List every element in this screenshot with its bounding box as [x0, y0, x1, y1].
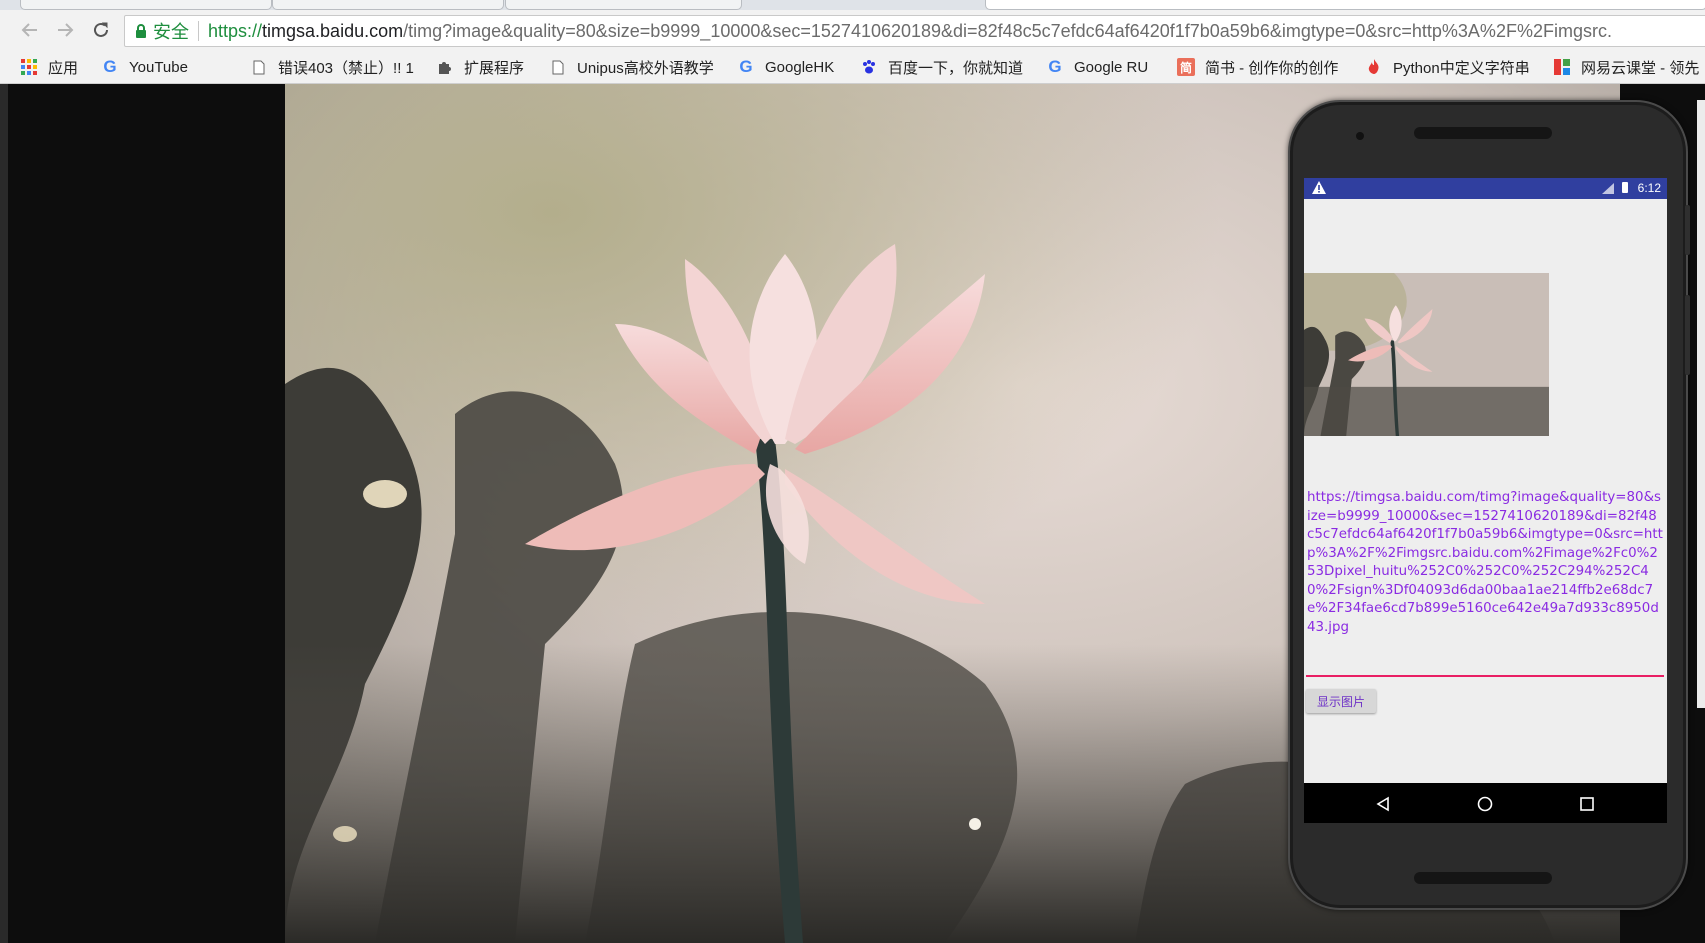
browser-tab[interactable] [505, 0, 742, 10]
apps-grid-icon [20, 58, 38, 76]
browser-toolbar: 安全 https://timgsa.baidu.com/timg?image&q… [0, 10, 1705, 51]
bookmarks-bar: 应用 G YouTube 错误403（禁止）!! 1 扩展程序 Unipus高校… [0, 51, 1705, 84]
bookmark-error-403[interactable]: 错误403（禁止）!! 1 [250, 56, 420, 78]
bookmark-label: YouTube [129, 58, 188, 76]
front-camera [1356, 132, 1364, 140]
url-host: timgsa.baidu.com [262, 20, 404, 41]
nav-recents-icon [1580, 797, 1594, 811]
bookmark-label: Python中定义字符串 [1393, 59, 1530, 77]
bookmark-label: 网易云课堂 - 领先 [1581, 59, 1700, 77]
nav-recents-button[interactable] [1576, 793, 1598, 815]
nav-home-icon [1477, 796, 1493, 812]
back-arrow-icon [21, 23, 37, 37]
forward-arrow-icon [58, 23, 74, 37]
loaded-image [1304, 273, 1549, 436]
bookmark-label: 百度一下，你就知道 [888, 59, 1024, 77]
bookmark-label: 错误403（禁止）!! 1 [278, 59, 414, 77]
bookmark-label: 扩展程序 [464, 59, 525, 77]
window-edge [0, 84, 8, 943]
puzzle-icon [436, 58, 454, 76]
battery-icon [1622, 182, 1628, 193]
bookmark-google-ru[interactable]: G Google RU [1046, 56, 1148, 78]
edittext-underline [1306, 675, 1664, 677]
lock-icon [136, 23, 146, 38]
bookmark-label: Unipus高校外语教学 [577, 59, 714, 77]
earpiece-speaker [1414, 127, 1552, 139]
bottom-speaker [1414, 872, 1552, 884]
back-button[interactable] [16, 16, 44, 44]
google-g-icon: G [103, 57, 117, 76]
bookmark-label: 应用 [48, 59, 79, 77]
tab-strip [0, 0, 1705, 10]
secure-label: 安全 [153, 22, 189, 42]
emulator-side-panel-edge [1697, 100, 1705, 708]
bookmark-jianshu[interactable]: 简 简书 - 创作你的创作 [1177, 56, 1338, 78]
google-g-icon: G [739, 57, 753, 76]
netease-icon [1553, 58, 1571, 76]
reload-icon [94, 22, 108, 37]
nav-back-icon [1376, 796, 1389, 812]
status-time: 6:12 [1637, 181, 1661, 195]
forward-button[interactable] [51, 16, 79, 44]
bookmark-extensions[interactable]: 扩展程序 [436, 56, 524, 78]
browser-tab-active[interactable] [985, 0, 1705, 10]
url-scheme: https:// [208, 20, 263, 41]
bookmark-label: 简书 - 创作你的创作 [1205, 59, 1339, 77]
bookmark-unipus[interactable]: Unipus高校外语教学 [549, 56, 719, 78]
volume-button[interactable] [1685, 295, 1690, 375]
bookmark-googlehk[interactable]: G GoogleHK [737, 56, 834, 78]
page-icon [549, 58, 567, 76]
browser-tab[interactable] [20, 0, 272, 10]
power-button[interactable] [1685, 205, 1690, 255]
reload-button[interactable] [87, 16, 115, 44]
address-bar[interactable]: 安全 https://timgsa.baidu.com/timg?image&q… [124, 15, 1705, 47]
baidu-paw-icon [860, 58, 878, 76]
bookmark-label: GoogleHK [765, 58, 835, 76]
bookmark-apps[interactable]: 应用 [20, 56, 78, 78]
bookmark-youtube[interactable]: G YouTube [101, 56, 188, 78]
status-bar: 6:12 [1304, 178, 1667, 199]
page-icon [250, 58, 268, 76]
bookmark-label: Google RU [1074, 58, 1149, 76]
image-url-edittext[interactable]: https://timgsa.baidu.com/timg?image&qual… [1307, 489, 1664, 637]
lotus-thumbnail [1304, 273, 1549, 436]
google-g-icon: G [1048, 57, 1062, 76]
flame-icon [1365, 58, 1383, 76]
url-path: /timg?image&quality=80&size=b9999_10000&… [403, 20, 1612, 41]
jianshu-icon: 简 [1177, 58, 1195, 76]
android-nav-bar [1304, 783, 1667, 823]
emulator-screen: 6:12 https://timgsa.baidu.com/timg?image… [1304, 178, 1667, 823]
nav-home-button[interactable] [1474, 793, 1496, 815]
signal-icon [1602, 183, 1614, 194]
bookmark-netease-study[interactable]: 网易云课堂 - 领先 [1553, 56, 1699, 78]
browser-tab[interactable] [272, 0, 504, 10]
nav-back-button[interactable] [1372, 793, 1394, 815]
omnibox-separator [198, 21, 199, 41]
warning-icon [1312, 181, 1326, 194]
show-image-button[interactable]: 显示图片 [1306, 689, 1376, 713]
bookmark-python-string[interactable]: Python中定义字符串 [1365, 56, 1540, 78]
bookmark-baidu[interactable]: 百度一下，你就知道 [860, 56, 1023, 78]
